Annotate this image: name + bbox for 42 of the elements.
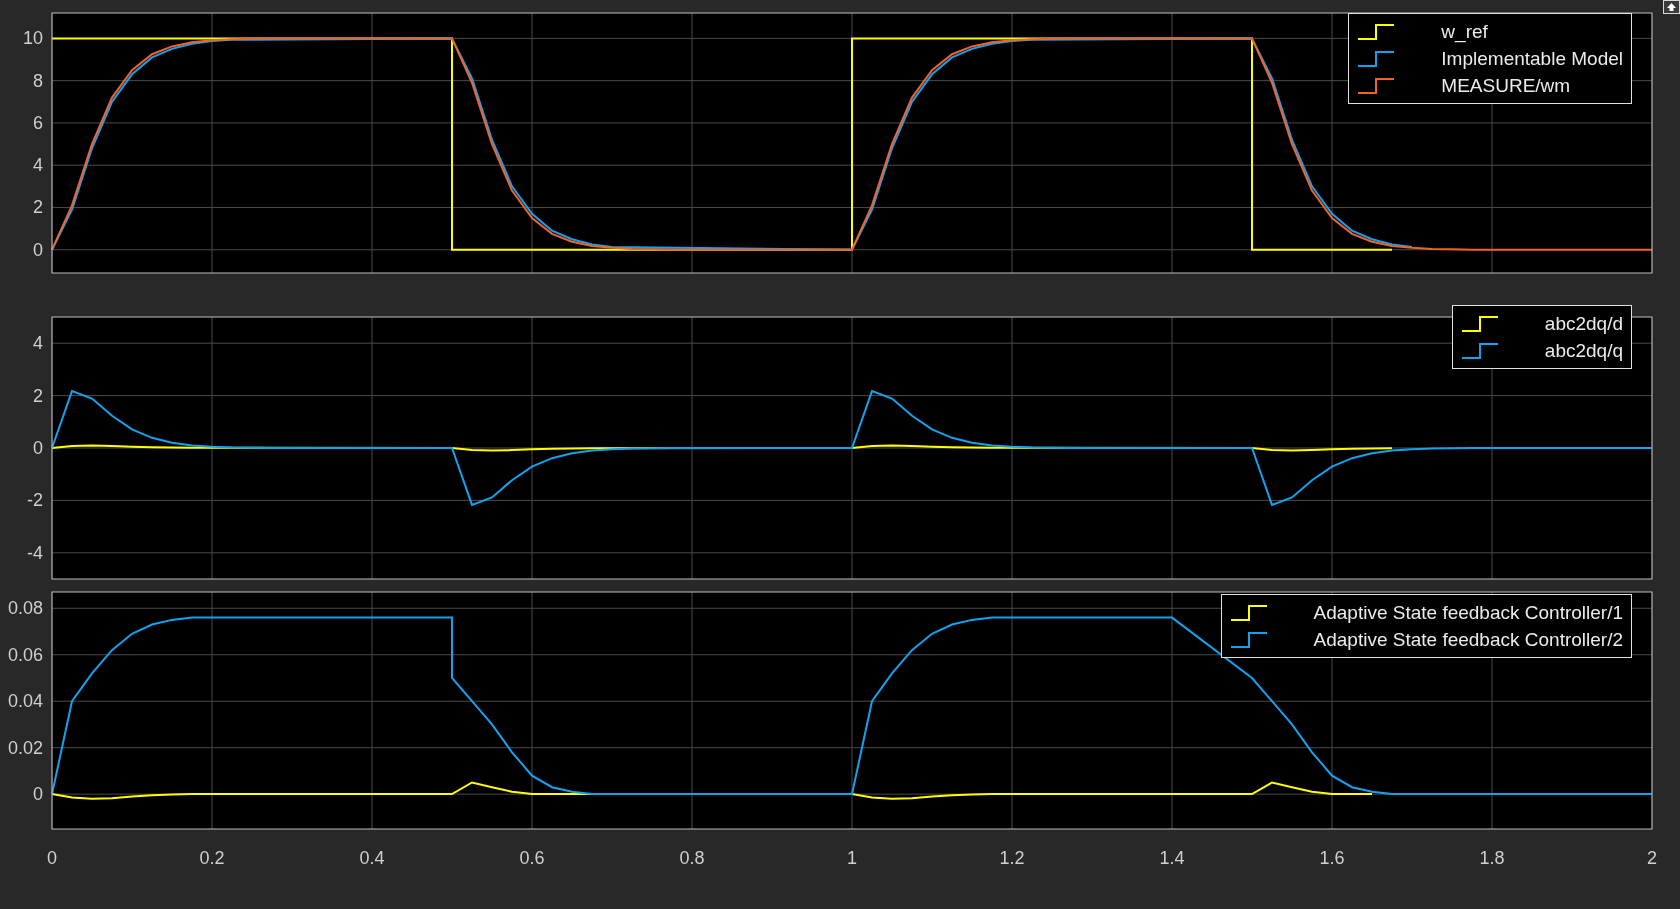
tick-label: 8 (33, 70, 43, 91)
legend-label: abc2dq/q (1544, 341, 1623, 360)
legend-line-icon (1229, 603, 1268, 622)
legend-label: Implementable Model (1441, 49, 1623, 68)
legend-line-icon (1357, 49, 1396, 68)
tick-label: 0 (33, 239, 43, 260)
legend-label: Adaptive State feedback Controller/1 (1313, 603, 1623, 622)
tick-label: 4 (33, 155, 43, 176)
tick-label: 4 (33, 333, 43, 354)
tick-label: 0.4 (359, 848, 385, 868)
legend-line-icon (1460, 341, 1499, 360)
tick-label: 10 (22, 28, 43, 49)
tick-label: 0.04 (7, 691, 43, 712)
tick-label: 1.6 (1319, 848, 1345, 868)
tick-label: 1.2 (999, 848, 1025, 868)
legend-label: MEASURE/wm (1441, 76, 1572, 95)
tick-label: 0.2 (199, 848, 225, 868)
tick-label: 6 (33, 112, 43, 133)
legend-label: Adaptive State feedback Controller/2 (1313, 630, 1623, 649)
tick-label: 0.8 (679, 848, 705, 868)
legend-line-icon (1357, 76, 1396, 95)
tick-label: 1.4 (1159, 848, 1185, 868)
tick-label: 2 (33, 197, 43, 218)
tick-label: 1.8 (1479, 848, 1505, 868)
tick-label: 2 (33, 385, 43, 406)
tick-label: 0.08 (7, 598, 43, 619)
legend-line-icon (1357, 22, 1396, 41)
tick-label: 2 (1647, 848, 1657, 868)
legend-line-icon (1229, 630, 1268, 649)
tick-label: 0.6 (519, 848, 545, 868)
tick-label: -4 (27, 542, 43, 563)
tick-label: -2 (27, 490, 43, 511)
tick-label: 0 (33, 784, 43, 805)
legend-label: w_ref (1441, 22, 1489, 41)
tick-label: 0.02 (7, 737, 43, 758)
legend-label: abc2dq/d (1544, 314, 1623, 333)
tick-label: 1 (847, 848, 857, 868)
legend-line-icon (1460, 314, 1499, 333)
arrow-up-icon[interactable] (1663, 0, 1680, 14)
tick-label: 0 (47, 848, 57, 868)
tick-label: 0.06 (7, 644, 43, 665)
tick-label: 0 (33, 438, 43, 458)
